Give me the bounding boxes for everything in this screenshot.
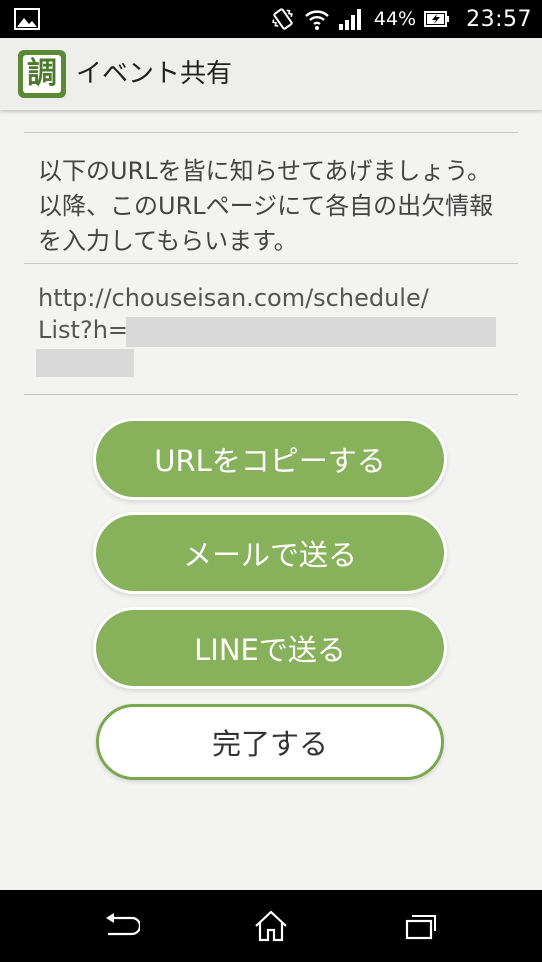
divider-bottom <box>24 394 518 395</box>
home-icon <box>255 910 287 942</box>
divider-middle <box>24 263 518 264</box>
recent-apps-icon <box>405 915 436 940</box>
back-button[interactable] <box>101 908 141 944</box>
navigation-bar <box>0 890 542 962</box>
redacted-url-part-2 <box>36 349 134 377</box>
instruction-text: 以下のURLを皆に知らせてあげましょう。以降、このURLページにて各自の出欠情報… <box>38 157 494 255</box>
battery-charging-icon <box>424 11 450 27</box>
vibrate-icon <box>272 8 293 30</box>
redacted-url-part-1 <box>126 317 496 347</box>
app-logo[interactable]: 調 <box>18 50 66 98</box>
action-bar: 調 イベント共有 <box>0 38 542 110</box>
page-title: イベント共有 <box>76 59 233 89</box>
done-button[interactable]: 完了する <box>96 704 444 780</box>
status-bar: 44% 23:57 <box>0 0 542 38</box>
home-button[interactable] <box>251 908 291 944</box>
battery-percent: 44% <box>373 8 417 30</box>
recent-apps-button[interactable] <box>402 908 442 944</box>
main-content: 以下のURLを皆に知らせてあげましょう。以降、このURLページにて各自の出欠情報… <box>0 110 542 890</box>
send-mail-button[interactable]: メールで送る <box>96 515 444 591</box>
wifi-icon <box>305 10 329 30</box>
status-icons: 44% 23:57 <box>270 0 532 38</box>
url-line-1: http://chouseisan.com/schedule/ <box>38 284 429 312</box>
send-line-button[interactable]: LINEで送る <box>96 610 444 686</box>
divider-top <box>24 132 518 133</box>
image-icon <box>14 8 40 30</box>
app-logo-char: 調 <box>23 55 61 93</box>
signal-icon <box>338 9 361 30</box>
back-icon <box>106 913 140 936</box>
clock: 23:57 <box>466 6 532 32</box>
copy-url-button[interactable]: URLをコピーする <box>96 421 444 497</box>
